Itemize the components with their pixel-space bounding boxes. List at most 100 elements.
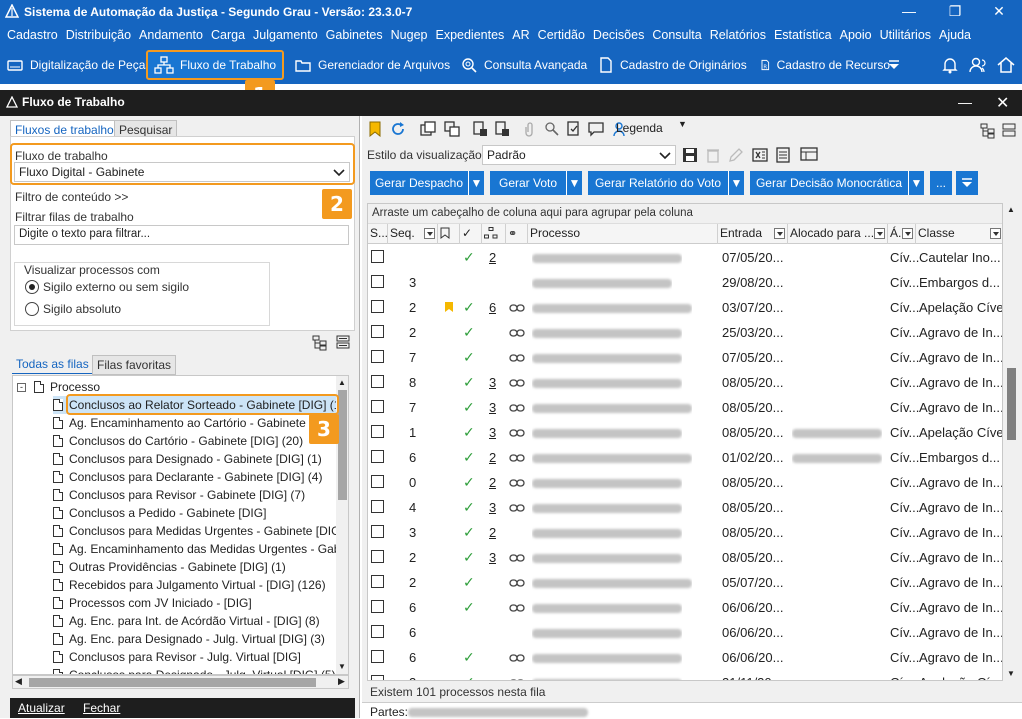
row-checkbox[interactable] [371,325,384,338]
collapse-all-icon[interactable] [336,335,350,349]
close-window-icon[interactable]: ✕ [976,0,1022,24]
gerar-relatorio-voto-button[interactable]: Gerar Relatório do Voto [588,171,728,195]
scroll-down-icon[interactable]: ▼ [1007,669,1015,678]
link-icon[interactable] [509,603,525,613]
cell-num[interactable]: 2 [489,520,496,545]
menu-item-5[interactable]: Gabinetes [322,28,387,42]
tab-filas-favoritas[interactable]: Filas favoritas [92,355,177,375]
cell-num[interactable]: 2 [489,445,496,470]
table-row[interactable]: 2 ✓ 05/07/20... Cív... Agravo de In... [368,570,1002,595]
cell-processo-redacted[interactable] [532,645,682,670]
link-icon[interactable] [509,353,525,363]
scroll-left-icon[interactable]: ◀ [15,676,22,687]
cell-processo-redacted[interactable] [532,445,692,470]
legenda-label[interactable]: Legenda [616,121,663,135]
tree-layout-icon[interactable] [312,335,328,351]
windows-icon[interactable] [444,121,460,137]
table-row[interactable]: 2 ✓ 21/11/20... Cív...Apelação Cível [368,670,1002,681]
cadastro-originarios-button[interactable]: Cadastro de Originários [598,50,747,80]
row-checkbox[interactable] [371,375,384,388]
grid-scroll-thumb[interactable] [1007,368,1016,440]
filter-icon[interactable] [424,228,435,239]
table-row[interactable]: 1 ✓ 3 08/05/20... Cív... Apelação Cível [368,420,1002,445]
doc-check-icon[interactable] [566,121,582,137]
cell-processo-redacted[interactable] [532,620,682,645]
scroll-up-icon[interactable]: ▲ [1007,205,1015,214]
col-s[interactable]: S... [368,224,388,244]
cell-num[interactable]: 3 [489,370,496,395]
search-user-icon[interactable] [544,121,560,137]
tree-item[interactable]: Ag. Encaminhamento das Medidas Urgentes … [53,540,348,558]
tree-item[interactable]: Recebidos para Julgamento Virtual - [DIG… [53,576,326,594]
tree-item[interactable]: Conclusos para Designado - Gabinete [DIG… [53,450,322,468]
menu-dropdown-button[interactable] [956,171,978,195]
row-checkbox[interactable] [371,650,384,663]
link-icon[interactable] [509,578,525,588]
filter-icon[interactable] [990,228,1001,239]
filter-icon[interactable] [874,228,885,239]
table-row[interactable]: 7 ✓ 07/05/20... Cív... Agravo de In... [368,345,1002,370]
row-checkbox[interactable] [371,675,384,680]
col-processo[interactable]: Processo [528,224,718,244]
cell-num[interactable]: 2 [489,245,496,270]
col-seq[interactable]: Seq. [388,224,438,244]
cell-processo-redacted[interactable] [532,320,682,345]
row-checkbox[interactable] [371,625,384,638]
collapse-icon[interactable]: - [17,382,26,392]
menu-item-16[interactable]: Ajuda [935,28,975,42]
link-icon[interactable] [509,378,525,388]
cell-num[interactable]: 3 [489,545,496,570]
filter-icon[interactable] [774,228,785,239]
tree-layout-icon[interactable] [980,123,996,139]
cell-num[interactable]: 3 [489,420,496,445]
link-icon[interactable] [509,653,525,663]
filter-icon[interactable] [902,228,913,239]
home-icon[interactable] [996,50,1022,80]
table-row[interactable]: 4 ✓ 3 08/05/20... Cív... Agravo de In... [368,495,1002,520]
panel-close-icon[interactable]: ✕ [996,93,1009,113]
table-row[interactable]: 3 ✓ 2 08/05/20... Cív... Agravo de In... [368,520,1002,545]
row-checkbox[interactable] [371,275,384,288]
link-icon[interactable] [509,403,525,413]
cell-processo-redacted[interactable] [532,595,682,620]
col-area[interactable]: Á... [888,224,916,244]
menu-item-6[interactable]: Nugep [387,28,432,42]
col-check[interactable]: ✓ [460,224,482,244]
edit-icon[interactable] [728,147,744,163]
bookmark-icon[interactable] [368,121,382,137]
menu-item-0[interactable]: Cadastro [3,28,62,42]
menu-item-11[interactable]: Consulta [648,28,705,42]
menu-item-3[interactable]: Carga [207,28,249,42]
gerar-voto-button[interactable]: Gerar Voto [490,171,566,195]
table-row[interactable]: 0 ✓ 2 08/05/20... Cív... Agravo de In... [368,470,1002,495]
cell-num[interactable]: 6 [489,295,496,320]
export-excel-icon[interactable] [752,147,768,163]
cadastro-recurso-button[interactable]: R Cadastro de Recurso [760,50,890,80]
cell-processo-redacted[interactable] [532,345,682,370]
cell-processo-redacted[interactable] [532,495,682,520]
gerar-voto-dropdown[interactable]: ▼ [566,171,582,195]
row-checkbox[interactable] [371,500,384,513]
gerar-despacho-dropdown[interactable]: ▼ [468,171,484,195]
row-checkbox[interactable] [371,450,384,463]
menu-item-13[interactable]: Estatística [770,28,836,42]
radio-sigilo-absoluto[interactable] [25,302,39,316]
table-row[interactable]: 6 ✓ 06/06/20... Cív... Agravo de In... [368,645,1002,670]
table-row[interactable]: 6 ✓ 2 01/02/20... Cív... Embargos d... [368,445,1002,470]
grid-scrollbar[interactable]: ▲ ▼ [1004,203,1018,681]
bookmark-icon[interactable] [444,301,454,313]
col-bookmark[interactable] [438,224,460,244]
cell-processo-redacted[interactable] [532,470,682,495]
link-icon[interactable] [509,553,525,563]
link-icon[interactable] [509,503,525,513]
link-icon[interactable] [509,678,525,681]
scroll-up-icon[interactable]: ▲ [338,378,346,387]
row-checkbox[interactable] [371,250,384,263]
gerar-relatorio-voto-dropdown[interactable]: ▼ [728,171,744,195]
menu-item-8[interactable]: AR [508,28,533,42]
panel-minimize-icon[interactable]: — [958,94,972,110]
more-actions-button[interactable]: ... [930,171,952,195]
restore-icon[interactable]: ❐ [932,0,978,24]
row-checkbox[interactable] [371,425,384,438]
delete-icon[interactable] [706,147,720,163]
